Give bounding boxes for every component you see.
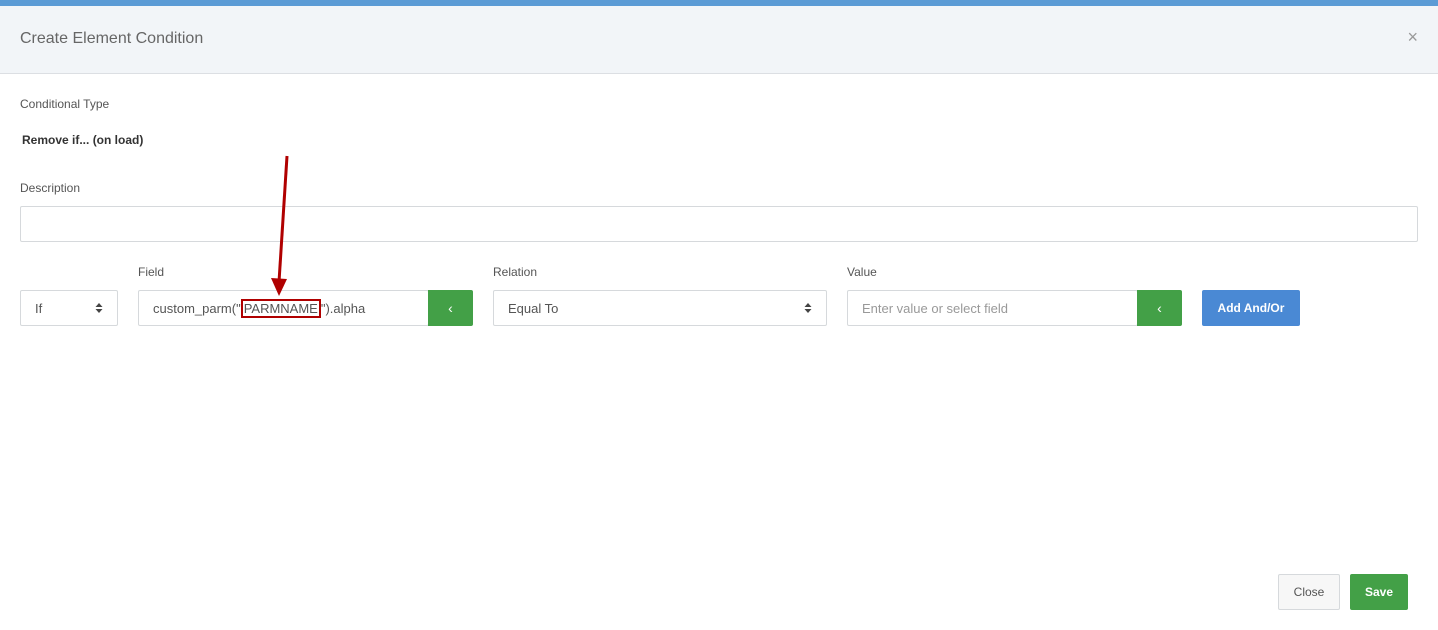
value-input[interactable]: Enter value or select field [847,290,1138,326]
operator-select[interactable]: If [20,290,118,326]
close-icon[interactable]: × [1407,26,1418,48]
value-select-button[interactable]: ‹ [1137,290,1182,326]
chevron-left-icon: ‹ [448,300,453,316]
field-value-prefix: custom_parm(" [153,301,241,316]
conditional-type-value: Remove if... (on load) [22,133,144,147]
add-and-or-button[interactable]: Add And/Or [1202,290,1300,326]
description-input[interactable] [20,206,1418,242]
field-select-button[interactable]: ‹ [428,290,473,326]
sort-icon [95,303,103,313]
relation-select-value: Equal To [508,301,559,316]
parmname-highlight: PARMNAME [240,299,321,318]
field-input-value: custom_parm(" PARMNAME ").alpha [153,299,366,318]
value-label: Value [847,265,877,279]
relation-select[interactable]: Equal To [493,290,827,326]
save-button[interactable]: Save [1350,574,1408,610]
modal-header: Create Element Condition × [0,6,1438,74]
field-label: Field [138,265,165,279]
annotation-arrow-icon [271,155,289,296]
description-label: Description [20,181,81,195]
value-input-placeholder: Enter value or select field [862,301,1008,316]
operator-select-value: If [35,301,43,316]
sort-icon [804,303,812,313]
close-button[interactable]: Close [1278,574,1340,610]
relation-label: Relation [493,265,538,279]
chevron-left-icon: ‹ [1157,300,1162,316]
modal-title: Create Element Condition [20,30,204,47]
conditional-type-label: Conditional Type [20,97,110,111]
field-value-suffix: ").alpha [320,301,366,316]
